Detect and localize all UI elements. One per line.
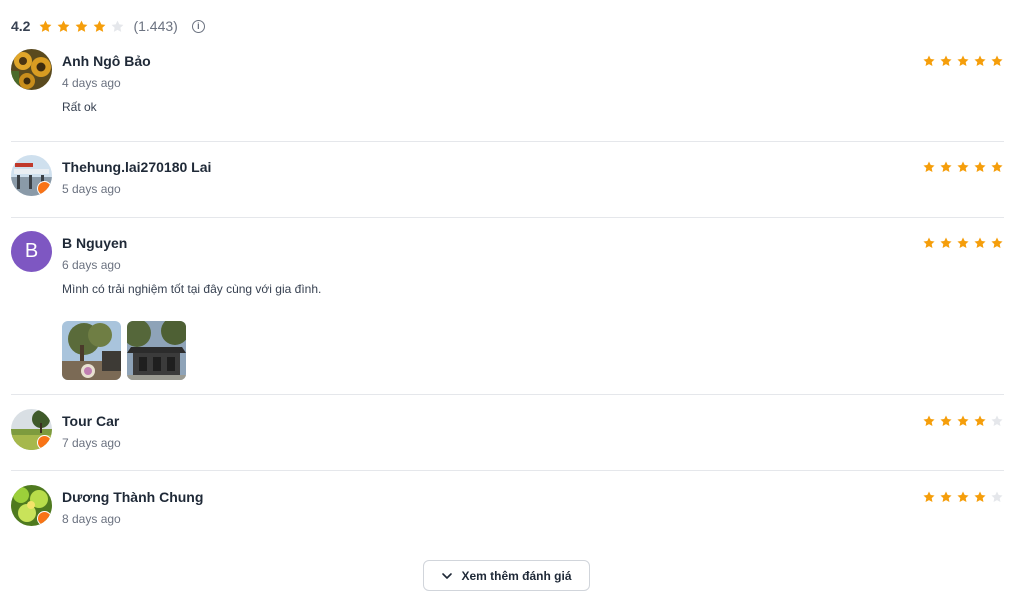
avatar[interactable]	[11, 485, 52, 526]
rating-score: 4.2	[11, 18, 31, 34]
local-guide-badge	[37, 181, 52, 196]
show-more-reviews-button[interactable]: Xem thêm đánh giá	[423, 560, 590, 591]
star-icon	[956, 160, 970, 174]
star-icon	[990, 160, 1004, 174]
review-date: 8 days ago	[62, 512, 121, 526]
star-icon	[922, 54, 936, 68]
star-icon	[973, 160, 987, 174]
reviewer-name[interactable]: B Nguyen	[62, 235, 127, 251]
summary-stars	[38, 19, 125, 34]
star-icon	[56, 19, 71, 34]
show-more-label: Xem thêm đánh giá	[461, 568, 572, 583]
star-icon	[939, 54, 953, 68]
review-photo[interactable]	[127, 321, 186, 380]
star-icon	[973, 490, 987, 504]
star-icon	[922, 490, 936, 504]
divider	[11, 141, 1004, 142]
star-icon	[939, 236, 953, 250]
review-text: Rất ok	[62, 100, 97, 114]
review-stars	[922, 236, 1004, 250]
review-date: 7 days ago	[62, 436, 121, 450]
star-icon	[38, 19, 53, 34]
star-icon	[939, 160, 953, 174]
star-icon	[973, 414, 987, 428]
local-guide-badge	[37, 511, 52, 526]
star-icon	[939, 490, 953, 504]
avatar[interactable]	[11, 49, 52, 90]
rating-summary: 4.2 (1.443) i	[11, 16, 205, 36]
star-icon	[939, 414, 953, 428]
star-icon	[956, 414, 970, 428]
reviewer-name[interactable]: Dương Thành Chung	[62, 489, 203, 505]
review-stars	[922, 54, 1004, 68]
star-icon	[956, 236, 970, 250]
divider	[11, 470, 1004, 471]
review-date: 6 days ago	[62, 258, 121, 272]
info-icon[interactable]: i	[191, 19, 205, 33]
star-icon	[92, 19, 107, 34]
chevron-down-icon	[441, 570, 453, 582]
review-text: Mình có trải nghiệm tốt tại đây cùng với…	[62, 282, 322, 296]
review-stars	[922, 490, 1004, 504]
divider	[11, 217, 1004, 218]
review-stars	[922, 160, 1004, 174]
avatar[interactable]	[11, 409, 52, 450]
reviewer-name[interactable]: Anh Ngô Bảo	[62, 53, 151, 69]
review-stars	[922, 414, 1004, 428]
star-icon	[74, 19, 89, 34]
review-photos	[62, 321, 186, 380]
review-date: 4 days ago	[62, 76, 121, 90]
review-count: (1.443)	[133, 18, 178, 34]
star-icon	[990, 490, 1004, 504]
reviewer-name[interactable]: Thehung.lai270180 Lai	[62, 159, 211, 175]
local-guide-badge	[37, 435, 52, 450]
review-date: 5 days ago	[62, 182, 121, 196]
reviewer-name[interactable]: Tour Car	[62, 413, 119, 429]
avatar[interactable]: B	[11, 231, 52, 272]
star-icon	[990, 414, 1004, 428]
star-icon	[973, 54, 987, 68]
review-photo[interactable]	[62, 321, 121, 380]
star-icon	[922, 236, 936, 250]
star-icon	[990, 236, 1004, 250]
star-icon	[973, 236, 987, 250]
star-icon	[956, 54, 970, 68]
star-icon	[110, 19, 125, 34]
star-icon	[922, 160, 936, 174]
star-icon	[956, 490, 970, 504]
star-icon	[922, 414, 936, 428]
star-icon	[990, 54, 1004, 68]
divider	[11, 394, 1004, 395]
avatar-letter: B	[24, 240, 39, 262]
avatar[interactable]	[11, 155, 52, 196]
